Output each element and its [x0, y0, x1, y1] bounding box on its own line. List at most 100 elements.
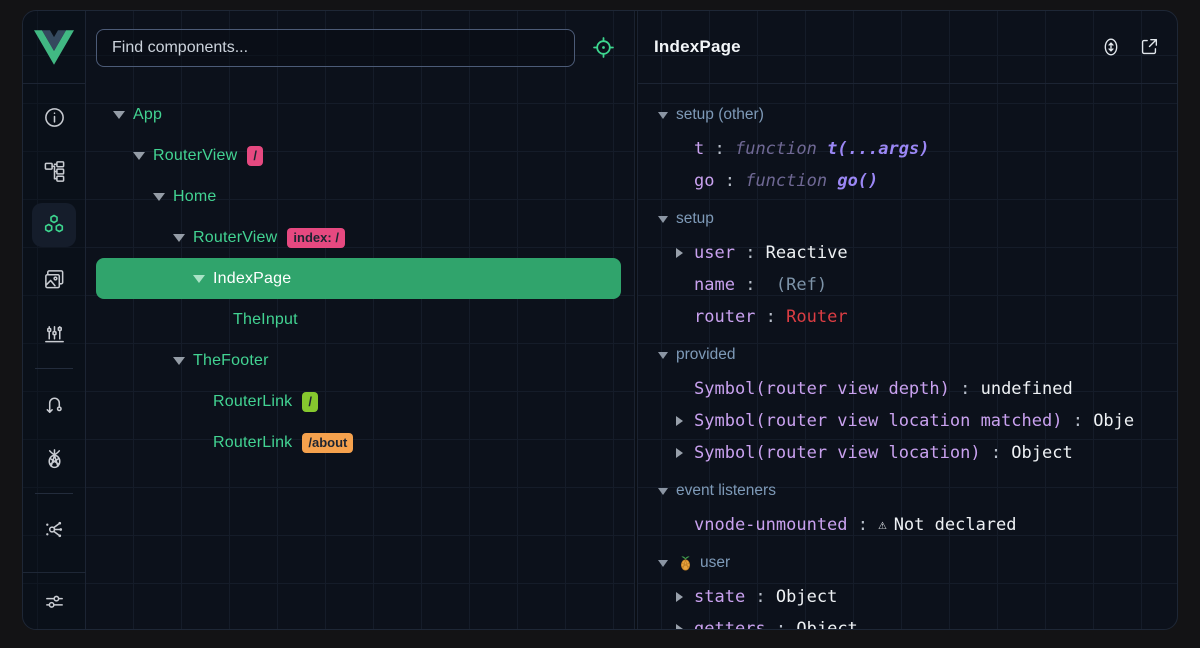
colon-separator: :	[755, 307, 786, 327]
property-row[interactable]: vnode-unmounted : ⚠Not declared	[638, 509, 1177, 541]
colon-separator: :	[704, 139, 735, 159]
section-title: setup	[676, 210, 714, 228]
section-header[interactable]: setup	[638, 201, 1177, 237]
expand-arrow[interactable]	[676, 592, 694, 602]
sidebar-tab-options[interactable]	[23, 306, 85, 360]
section-header[interactable]: event listeners	[638, 473, 1177, 509]
property-key: Symbol(router view location)	[694, 443, 981, 463]
property-key: go	[694, 171, 714, 191]
expand-toggle-icon[interactable]	[173, 234, 185, 242]
property-row[interactable]: getters : Object	[638, 613, 1177, 629]
property-value: Object	[1011, 443, 1072, 463]
inspector-section: user state : Objectgetters : Object	[638, 545, 1177, 629]
settings-sliders-icon	[43, 590, 66, 613]
expand-arrow[interactable]	[676, 416, 694, 426]
target-icon	[593, 37, 614, 58]
tree-node-routerlink[interactable]: RouterLink/	[96, 381, 621, 422]
route-badge: /	[247, 146, 263, 166]
tree-node-routerview[interactable]: RouterView /	[96, 135, 621, 176]
sidebar-tab-settings[interactable]	[24, 574, 86, 628]
property-row[interactable]: state : Object	[638, 581, 1177, 613]
expand-arrow[interactable]	[676, 448, 694, 458]
expand-toggle-icon[interactable]	[193, 275, 205, 283]
route-badge: index: /	[287, 228, 345, 248]
scroll-to-component-icon	[1100, 36, 1122, 58]
property-key: name	[694, 275, 735, 295]
chevron-right-icon	[676, 248, 683, 258]
devtools-window: App RouterView / HomeRouterViewindex: / Inde…	[22, 10, 1178, 630]
property-row[interactable]: Symbol(router view depth) : undefined	[638, 373, 1177, 405]
property-row[interactable]: t : function t(...args)	[638, 133, 1177, 165]
expand-toggle-icon[interactable]	[133, 152, 145, 160]
property-key: user	[694, 243, 735, 263]
inspector-panel: IndexPage setup (other) t : function t(..…	[638, 11, 1177, 629]
section-header[interactable]: setup (other)	[638, 97, 1177, 133]
sidebar-tab-assets[interactable]	[23, 252, 85, 306]
section-title: setup (other)	[676, 106, 764, 124]
colon-separator: :	[1062, 411, 1093, 431]
property-row[interactable]: Symbol(router view location) : Object	[638, 437, 1177, 469]
sidebar	[23, 11, 86, 629]
images-icon	[43, 268, 66, 291]
collapse-icon	[658, 112, 668, 119]
tree-node-app[interactable]: App	[96, 94, 621, 135]
property-row[interactable]: router : Router	[638, 301, 1177, 333]
sidebar-divider	[35, 368, 73, 369]
component-name: RouterView	[153, 147, 237, 165]
colon-separator: :	[950, 379, 981, 399]
property-row[interactable]: go : function go()	[638, 165, 1177, 197]
warning-icon: ⚠	[878, 517, 886, 533]
inspector-section: setup (other)t : function t(...args)go :…	[638, 97, 1177, 197]
sidebar-tab-outline[interactable]	[23, 144, 85, 198]
collapse-icon	[658, 560, 668, 567]
tree-node-home[interactable]: Home	[96, 176, 621, 217]
expand-arrow[interactable]	[676, 624, 694, 629]
tree-node-routerlink[interactable]: RouterLink/about	[96, 422, 621, 463]
property-row[interactable]: name : (Ref)	[638, 269, 1177, 301]
property-value: Not declared	[894, 515, 1017, 535]
property-key: t	[694, 139, 704, 159]
sidebar-tab-overview[interactable]	[23, 90, 85, 144]
scroll-to-component-button[interactable]	[1099, 35, 1123, 59]
component-picker-button[interactable]	[592, 37, 614, 59]
sidebar-tab-graph[interactable]	[23, 502, 85, 556]
open-in-editor-button[interactable]	[1137, 35, 1161, 59]
info-icon	[43, 106, 66, 129]
collapse-icon	[658, 352, 668, 359]
section-header[interactable]: provided	[638, 337, 1177, 373]
tree-node-theinput[interactable]: TheInput	[96, 299, 621, 340]
component-tree: App RouterView / HomeRouterViewindex: / Inde…	[86, 84, 634, 463]
colon-separator: :	[745, 587, 776, 607]
inspector-actions	[1099, 35, 1161, 59]
property-row[interactable]: Symbol(router view location matched) : O…	[638, 405, 1177, 437]
component-name: IndexPage	[213, 270, 291, 288]
expand-toggle-icon[interactable]	[173, 357, 185, 365]
chevron-right-icon	[676, 624, 683, 629]
pinia-store-icon	[678, 555, 693, 571]
tree-node-routerview[interactable]: RouterViewindex: /	[96, 217, 621, 258]
expand-arrow[interactable]	[676, 248, 694, 258]
section-header[interactable]: user	[638, 545, 1177, 581]
sidebar-tab-components[interactable]	[23, 198, 85, 252]
property-value: function	[745, 171, 837, 191]
property-key: state	[694, 587, 745, 607]
property-row[interactable]: user : Reactive	[638, 237, 1177, 269]
inspector-section: setupuser : Reactivename : (Ref)router :…	[638, 201, 1177, 333]
sidebar-tab-pinia[interactable]	[23, 431, 85, 485]
property-value: (Ref)	[766, 275, 827, 295]
vue-logo[interactable]	[23, 11, 85, 84]
colon-separator: :	[735, 275, 766, 295]
inspector-title: IndexPage	[654, 37, 1099, 57]
section-title: user	[700, 554, 730, 572]
tree-node-indexpage[interactable]: IndexPage	[96, 258, 621, 299]
expand-toggle-icon[interactable]	[153, 193, 165, 201]
graph-icon	[43, 518, 66, 541]
search-input[interactable]	[96, 29, 575, 67]
vue-logo-icon	[34, 30, 74, 65]
pineapple-icon	[43, 447, 66, 470]
expand-toggle-icon[interactable]	[113, 111, 125, 119]
route-badge: /about	[302, 433, 353, 453]
tree-node-thefooter[interactable]: TheFooter	[96, 340, 621, 381]
sidebar-tab-router[interactable]	[23, 377, 85, 431]
chevron-right-icon	[676, 448, 683, 458]
